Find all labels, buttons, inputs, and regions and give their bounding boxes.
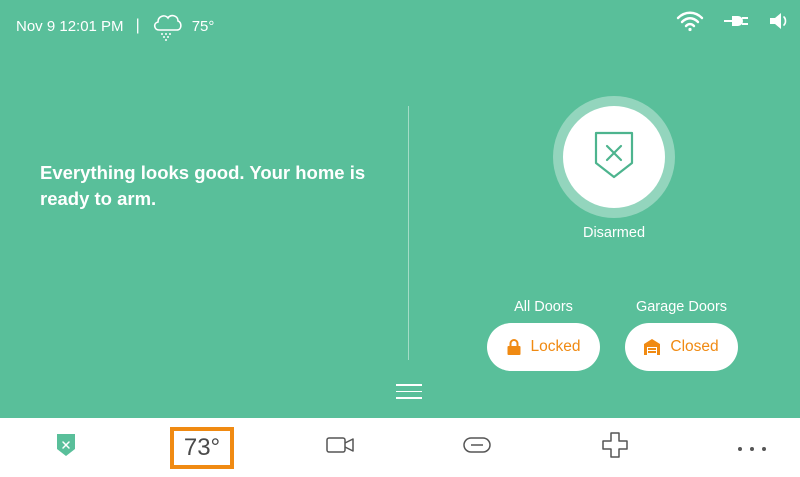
status-bar: Nov 9 12:01 PM | 75° <box>16 10 215 42</box>
toggle-icon <box>463 437 491 458</box>
status-icons <box>676 10 792 32</box>
panel-divider <box>408 106 409 360</box>
menu-handle[interactable] <box>396 384 422 402</box>
all-doors-state: Locked <box>530 338 581 355</box>
cloud-rain-icon <box>150 10 184 42</box>
nav-more[interactable] <box>722 418 782 477</box>
hamburger-line <box>396 384 422 386</box>
nav-health[interactable] <box>585 418 645 477</box>
speaker-icon[interactable] <box>768 10 792 32</box>
lock-icon <box>507 339 521 355</box>
nav-thermostat-button[interactable]: 73° <box>170 427 234 469</box>
thermostat-temperature: 73° <box>183 434 221 461</box>
shield-x-icon <box>593 130 635 185</box>
nav-cameras[interactable] <box>310 418 370 477</box>
nav-devices[interactable] <box>447 418 507 477</box>
system-status-message: Everything looks good. Your home is read… <box>40 162 366 209</box>
all-doors-label: All Doors <box>514 299 573 315</box>
camera-icon <box>326 436 354 459</box>
status-separator: | <box>135 17 140 34</box>
arm-disarm-button[interactable] <box>563 106 665 208</box>
health-cross-icon <box>602 432 628 463</box>
outdoor-temperature: 75° <box>191 17 215 35</box>
hamburger-line <box>396 397 422 399</box>
hamburger-line <box>396 390 422 392</box>
garage-icon <box>644 339 661 355</box>
datetime: Nov 9 12:01 PM <box>16 17 124 35</box>
garage-doors-state: Closed <box>670 338 719 355</box>
security-shield-icon <box>56 433 76 462</box>
wifi-icon[interactable] <box>676 10 704 32</box>
nav-security[interactable] <box>36 418 96 477</box>
more-dots-icon <box>737 439 767 457</box>
garage-doors-label: Garage Doors <box>635 299 728 315</box>
power-plug-icon[interactable] <box>724 13 748 29</box>
all-doors-lock-button[interactable]: Locked <box>487 323 600 371</box>
bottom-nav <box>0 418 800 477</box>
arm-status-label: Disarmed <box>582 225 646 241</box>
home-screen: Nov 9 12:01 PM | 75° Everything looks go… <box>0 0 800 418</box>
garage-doors-button[interactable]: Closed <box>625 323 738 371</box>
